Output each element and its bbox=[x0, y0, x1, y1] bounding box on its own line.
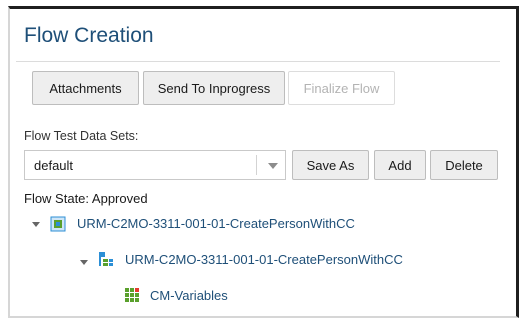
dataset-select[interactable]: default bbox=[24, 150, 286, 180]
tree-root-label[interactable]: URM-C2MO-3311-001-01-CreatePersonWithCC bbox=[77, 216, 355, 231]
send-to-inprogress-button[interactable]: Send To Inprogress bbox=[143, 71, 285, 105]
tree-child-collapse-icon[interactable] bbox=[80, 260, 88, 265]
tree-leaf-label[interactable]: CM-Variables bbox=[150, 288, 228, 303]
flow-node-icon bbox=[50, 216, 66, 232]
save-as-button[interactable]: Save As bbox=[292, 150, 369, 180]
chevron-down-icon[interactable] bbox=[268, 163, 278, 169]
variables-grid-icon bbox=[125, 288, 139, 302]
select-divider bbox=[256, 155, 257, 175]
component-tree-icon bbox=[99, 252, 113, 266]
tree-root-collapse-icon[interactable] bbox=[32, 222, 40, 227]
tree-child-label[interactable]: URM-C2MO-3311-001-01-CreatePersonWithCC bbox=[125, 252, 403, 267]
dataset-select-value: default bbox=[34, 158, 74, 173]
panel-title: Flow Creation bbox=[24, 24, 154, 47]
title-divider bbox=[16, 61, 500, 62]
datasets-label: Flow Test Data Sets: bbox=[24, 129, 139, 143]
flow-state-text: Flow State: Approved bbox=[24, 191, 148, 206]
delete-button[interactable]: Delete bbox=[430, 150, 498, 180]
add-button[interactable]: Add bbox=[374, 150, 426, 180]
finalize-flow-button[interactable]: Finalize Flow bbox=[288, 71, 395, 105]
attachments-button[interactable]: Attachments bbox=[32, 71, 139, 105]
